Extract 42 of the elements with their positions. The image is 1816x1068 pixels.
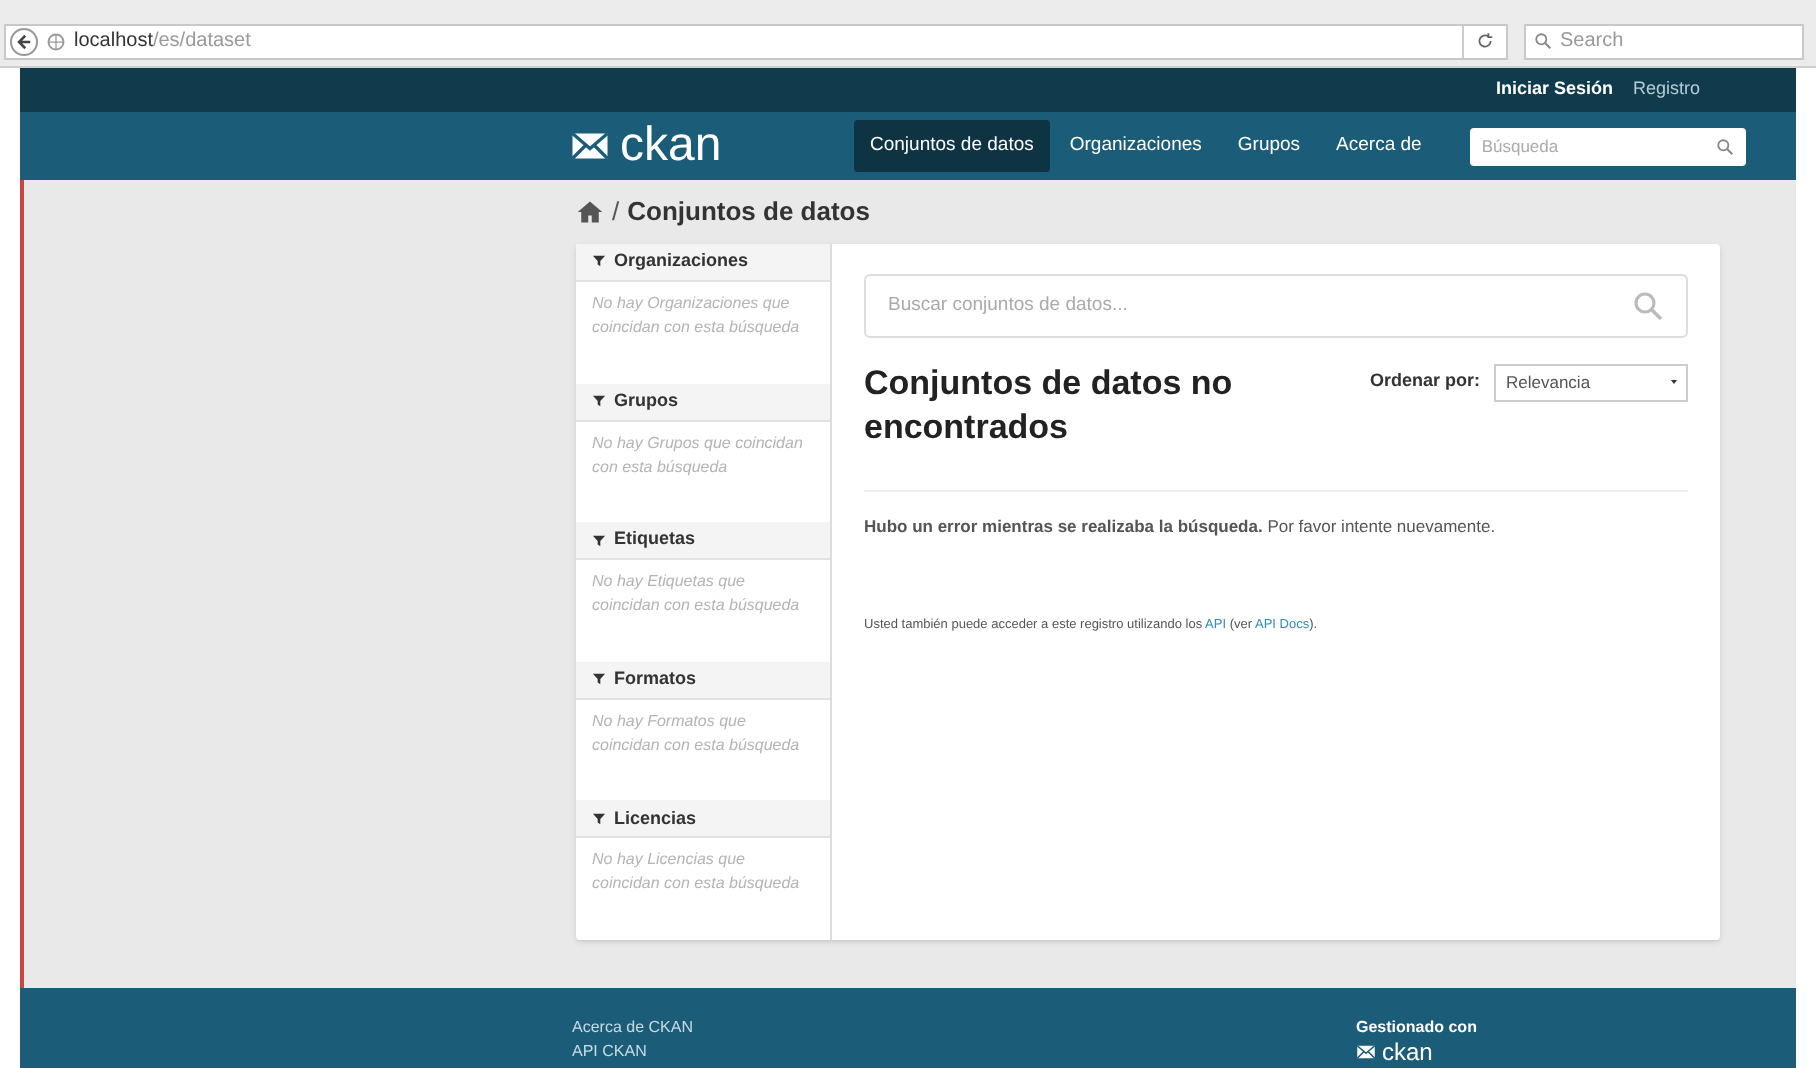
facet-title: Formatos — [614, 666, 697, 693]
url-text: localhost/es/dataset — [74, 28, 251, 56]
facet-empty-text: No hay Licencias que coincidan con esta búsqueda — [592, 848, 802, 897]
facet-empty-text: No hay Etiquetas que coincidan con esta búsqueda — [592, 570, 802, 619]
filter-icon — [592, 254, 606, 269]
facet-empty-text: No hay Formatos que coincidan con esta búsqueda — [592, 709, 802, 758]
search-icon — [1715, 137, 1734, 155]
envelope-icon — [1356, 1042, 1376, 1062]
facet-title: Grupos — [614, 387, 679, 414]
nav-tab[interactable]: Grupos — [1221, 119, 1317, 173]
ckan-logo: ckan — [570, 122, 854, 170]
footer-link[interactable]: API CKAN — [572, 1040, 1356, 1064]
error-message: Hubo un error mientras se realizaba la búsqueda. Por favor intente nuevamente. — [864, 514, 1498, 540]
account-link[interactable]: Registro — [1632, 76, 1700, 104]
powered-by-label: Gestionado con — [1356, 1016, 1477, 1040]
filter-icon — [592, 811, 606, 826]
home-icon[interactable] — [576, 198, 604, 226]
facet-title: Organizaciones — [614, 248, 749, 275]
nav-tab[interactable]: Organizaciones — [1053, 119, 1218, 173]
search-icon — [1534, 32, 1552, 50]
page-heading: Conjuntos de datos no encontrados — [864, 362, 1235, 450]
breadcrumb-link[interactable]: Conjuntos de datos — [627, 192, 870, 232]
account-link[interactable]: Iniciar Sesión — [1495, 76, 1613, 104]
reload-icon[interactable] — [1476, 32, 1494, 50]
footer-link[interactable]: Acerca de CKAN — [572, 1016, 1356, 1040]
facet-empty-text: No hay Organizaciones que coincidan con esta búsqueda — [592, 291, 802, 340]
facet-title: Etiquetas — [614, 526, 696, 553]
sort-dropdown[interactable]: Relevancia — [1494, 363, 1688, 401]
facet-title: Licencias — [614, 805, 697, 832]
address-bar[interactable]: localhost/es/dataset — [4, 23, 1508, 59]
search-icon — [1632, 290, 1664, 322]
back-arrow-icon[interactable] — [14, 31, 34, 51]
filter-icon — [592, 394, 606, 409]
facet-empty-text: No hay Grupos que coincidan con esta búsqueda — [592, 431, 805, 479]
sort-label: Ordenar por: — [1369, 368, 1480, 395]
globe-icon — [46, 31, 66, 51]
nav-tab[interactable]: Conjuntos de datos — [854, 119, 1050, 173]
filter-icon — [592, 533, 606, 548]
filter-icon — [592, 672, 606, 687]
nav-tab[interactable]: Acerca de — [1320, 119, 1438, 173]
breadcrumb-separator: / — [612, 194, 620, 231]
ckan-logo: ckan — [1356, 1040, 1477, 1064]
